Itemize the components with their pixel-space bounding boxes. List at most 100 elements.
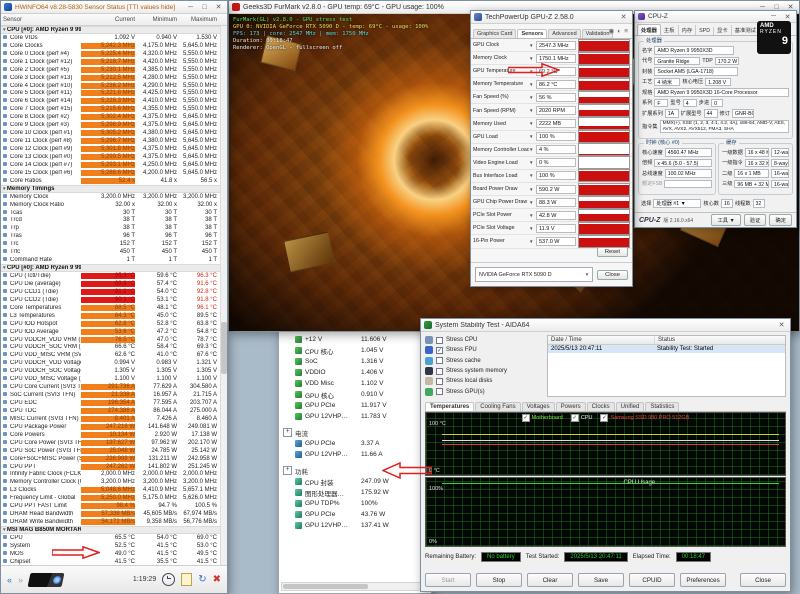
sensor-row[interactable]: Tras 96 T 96 T 96 T bbox=[1, 232, 221, 240]
aida-button[interactable]: Save bbox=[578, 573, 624, 587]
stress-checkbox[interactable] bbox=[436, 378, 443, 385]
sensor-row[interactable]: Core 11 Clock (perf #8) 5,296.7 MHz 4,38… bbox=[1, 137, 221, 145]
aida-tab[interactable]: Voltages bbox=[522, 402, 555, 411]
aida-tab[interactable]: Powers bbox=[556, 402, 586, 411]
sensor-row[interactable]: Trc 152 T 152 T 152 T bbox=[1, 240, 221, 248]
sensor-row[interactable]: Tcas 30 T 30 T 30 T bbox=[1, 209, 221, 217]
col-minimum[interactable]: Minimum bbox=[135, 17, 177, 23]
sensor-row[interactable]: Core 4 Clock (perf #10) 5,236.2 MHz 4,29… bbox=[1, 82, 221, 90]
col-status[interactable]: Status bbox=[655, 336, 678, 344]
sensor-tree-row[interactable]: GPU PCIe 11.917 V bbox=[282, 400, 429, 411]
sensor-row[interactable]: Core 5 Clock (perf #11) 5,221.8 MHz 4,42… bbox=[1, 90, 221, 98]
sensor-tree-row[interactable]: GPU 12VHP… 137.41 W bbox=[282, 520, 429, 531]
aida-button[interactable]: Clear bbox=[527, 573, 573, 587]
chevron-down-icon[interactable]: ▼ bbox=[529, 82, 536, 87]
gpuz-titlebar[interactable]: TechPowerUp GPU-Z 2.58.0 ✕ bbox=[471, 11, 632, 24]
sensor-row[interactable]: CPU PPT 247.262 W 141.802 W 251.245 W bbox=[1, 463, 221, 471]
col-maximum[interactable]: Maximum bbox=[177, 17, 225, 23]
sensor-tree-row[interactable]: GPU 12VHP… 11.783 V bbox=[282, 411, 429, 422]
sensor-tree-row[interactable]: SoC 1.316 V bbox=[282, 356, 429, 367]
sensor-row[interactable]: CPU CCD1 (Tdie) 91.2 °C 54.0 °C 92.8 °C bbox=[1, 288, 221, 296]
sensor-row[interactable]: Core 15 Clock (perf #6) 5,288.6 MHz 4,20… bbox=[1, 169, 221, 177]
sensor-row[interactable]: CPU IOD Average 53.6 °C 47.2 °C 54.8 °C bbox=[1, 328, 221, 336]
horizontal-scrollbar[interactable] bbox=[281, 582, 429, 591]
sensor-row[interactable]: CPU IOD Hotspot 62.8 °C 52.8 °C 63.8 °C bbox=[1, 320, 221, 328]
gpuz-tab[interactable]: Sensors bbox=[517, 29, 547, 38]
chevron-down-icon[interactable]: ▼ bbox=[529, 43, 536, 48]
sensor-tree-row[interactable]: GPU TDP% 100% bbox=[282, 498, 429, 509]
sensor-tree-row[interactable]: 图形处理器… 175.92 W bbox=[282, 487, 429, 498]
aida-tab[interactable]: Clocks bbox=[587, 402, 615, 411]
screenshot-icon[interactable]: ◉ bbox=[609, 27, 615, 35]
reset-button[interactable]: Reset bbox=[597, 247, 628, 257]
sensor-row[interactable]: CPU [#0]: AMD Ryzen 9 9950X3D: Enhanced bbox=[1, 264, 221, 272]
aida-tab[interactable]: Unified bbox=[616, 402, 645, 411]
sensor-row[interactable]: L3 Clocks 5,048.6 MHz 4,410.9 MHz 5,657.… bbox=[1, 486, 221, 494]
menu-icon[interactable]: ≡ bbox=[624, 28, 628, 35]
sensor-row[interactable]: CPU TDC 274.386 A 86.044 A 275.000 A bbox=[1, 407, 221, 415]
clock-icon[interactable] bbox=[162, 573, 175, 586]
sensor-row[interactable]: CPU EDC 196.354 A 77.595 A 203.707 A bbox=[1, 399, 221, 407]
stress-checkbox[interactable] bbox=[436, 368, 443, 375]
vertical-scrollbar[interactable] bbox=[220, 26, 227, 565]
sensor-row[interactable]: Core 3 Clock (perf #13) 5,212.5 MHz 4,28… bbox=[1, 74, 221, 82]
log-row[interactable]: 2025/5/13 20:47:11 Stability Test: Start… bbox=[548, 345, 785, 353]
sensor-row[interactable]: CPU VDDCR_SOC Voltage (SVI3 TFN) 1.305 V… bbox=[1, 367, 221, 375]
cpuz-tab[interactable]: 内存 bbox=[679, 25, 697, 35]
sensor-row[interactable]: Chipset 41.5 °C 35.5 °C 41.5 °C bbox=[1, 558, 221, 565]
sensor-row[interactable]: Frequency Limit - Global 5,250.0 MHz 5,1… bbox=[1, 494, 221, 502]
maximize-button[interactable]: □ bbox=[199, 4, 210, 11]
sensor-row[interactable]: MISC Current (SVI3 TFN) 8.401 A 7.426 A … bbox=[1, 415, 221, 423]
cpuz-tab[interactable]: 基准测试 bbox=[732, 25, 760, 35]
sensor-row[interactable]: Memory Controller Clock (UCLK) 3,200.0 M… bbox=[1, 478, 221, 486]
chevron-down-icon[interactable]: ▼ bbox=[529, 134, 536, 139]
legend-checkbox[interactable]: ✓ bbox=[600, 414, 608, 422]
sensor-tree-row[interactable]: GPU PCIe 43.76 W bbox=[282, 509, 429, 520]
chevron-down-icon[interactable]: ▼ bbox=[529, 160, 536, 165]
tools-button[interactable]: 工具 ▼ bbox=[711, 214, 740, 226]
gpuz-tab[interactable]: Advanced bbox=[548, 29, 580, 38]
sensor-row[interactable]: CPU CCD2 (Tdie) 90.1 °C 53.1 °C 91.8 °C bbox=[1, 296, 221, 304]
sensor-row[interactable]: Core+SoC+MISC Power (SVI3 TFN) 236.988 W… bbox=[1, 455, 221, 463]
sensor-tree-row[interactable]: VDDIO 1.406 V bbox=[282, 367, 429, 378]
report-icon[interactable] bbox=[181, 573, 192, 586]
processor-selector-dropdown[interactable]: 处理器 #1 ▼ bbox=[653, 199, 701, 208]
scrollbar-thumb[interactable] bbox=[283, 584, 368, 589]
sensor-row[interactable]: Core 6 Clock (perf #14) 5,228.3 MHz 4,41… bbox=[1, 97, 221, 105]
sensor-tree-row[interactable]: VDD Misc 1.102 V bbox=[282, 378, 429, 389]
sensor-row[interactable]: Core 8 Clock (perf #2) 5,302.4 MHz 4,375… bbox=[1, 113, 221, 121]
minimize-button[interactable]: ─ bbox=[185, 4, 196, 11]
chevron-down-icon[interactable]: ▼ bbox=[529, 200, 536, 205]
sensor-row[interactable]: Memory Timings bbox=[1, 185, 221, 193]
cpuz-tab[interactable]: SPD bbox=[696, 27, 714, 35]
aida-button[interactable]: Stop bbox=[476, 573, 522, 587]
sensor-row[interactable]: Core 9 Clock (perf #3) 5,298.9 MHz 4,375… bbox=[1, 121, 221, 129]
cpuz-tab[interactable]: 主板 bbox=[661, 25, 679, 35]
sensor-row[interactable]: Trfc 450 T 450 T 450 T bbox=[1, 248, 221, 256]
sensor-row[interactable]: CPU VDDCR_VDD Voltage (SVI3 TFN) 0.994 V… bbox=[1, 359, 221, 367]
sensor-row[interactable]: Core 12 Clock (perf #9) 5,301.8 MHz 4,37… bbox=[1, 145, 221, 153]
sensor-row[interactable]: Core 7 Clock (perf #15) 5,215.6 MHz 4,35… bbox=[1, 105, 221, 113]
close-sensors-icon[interactable]: ✖ bbox=[213, 574, 221, 585]
sensor-tree-row[interactable]: GPU 核心 0.910 V bbox=[282, 389, 429, 400]
gpu-selector-dropdown[interactable]: NVIDIA GeForce RTX 5090 D ▼ bbox=[475, 267, 593, 282]
sensor-row[interactable]: CPU PPT FAST Limit 98.4 % 94.7 % 100.5 % bbox=[1, 502, 221, 510]
sensor-row[interactable]: L3 Temperatures 84.3 °C 45.0 °C 89.5 °C bbox=[1, 312, 221, 320]
aida-button[interactable]: CPUID bbox=[629, 573, 675, 587]
sensor-row[interactable]: CPU VDDCR_SOC VRM (SVI3 TFN) 66.6 °C 58.… bbox=[1, 344, 221, 352]
sensor-row[interactable]: CPU VDD_MISC Voltage (SVI3 TFN) 1.100 V … bbox=[1, 375, 221, 383]
sensor-row[interactable]: SoC Current (SVI3 TFN) 21.338 A 16.957 A… bbox=[1, 391, 221, 399]
sensor-row[interactable]: Memory Clock 3,200.0 MHz 3,200.0 MHz 3,2… bbox=[1, 193, 221, 201]
sensor-row[interactable]: CPU VDD_MISC VRM (SVI3 TFN) 62.6 °C 41.0… bbox=[1, 351, 221, 359]
ok-button[interactable]: 确定 bbox=[769, 214, 792, 226]
sensor-row[interactable]: Trcd 38 T 38 T 38 T bbox=[1, 217, 221, 225]
gpuz-tab[interactable]: Graphics Card bbox=[473, 29, 516, 38]
sensor-row[interactable]: CPU (Tctl/Tdie) 95.3 °C 59.6 °C 96.3 °C bbox=[1, 272, 221, 280]
sensor-row[interactable]: Core 0 Clock (perf #4) 5,225.4 MHz 4,320… bbox=[1, 50, 221, 58]
sensor-row[interactable]: CPU Die (average) 89.8 °C 57.4 °C 91.6 °… bbox=[1, 280, 221, 288]
chevron-down-icon[interactable]: ▼ bbox=[529, 56, 536, 61]
sensor-tree-row[interactable]: +12 V 11.606 V bbox=[282, 334, 429, 345]
sensor-row[interactable]: Core 2 Clock (perf #5) 5,230.1 MHz 4,385… bbox=[1, 66, 221, 74]
sensor-row[interactable]: Core Temperatures 88.5 °C 48.1 °C 96.1 °… bbox=[1, 304, 221, 312]
sensor-row[interactable]: Command Rate 1 T 1 T 1 T bbox=[1, 256, 221, 264]
